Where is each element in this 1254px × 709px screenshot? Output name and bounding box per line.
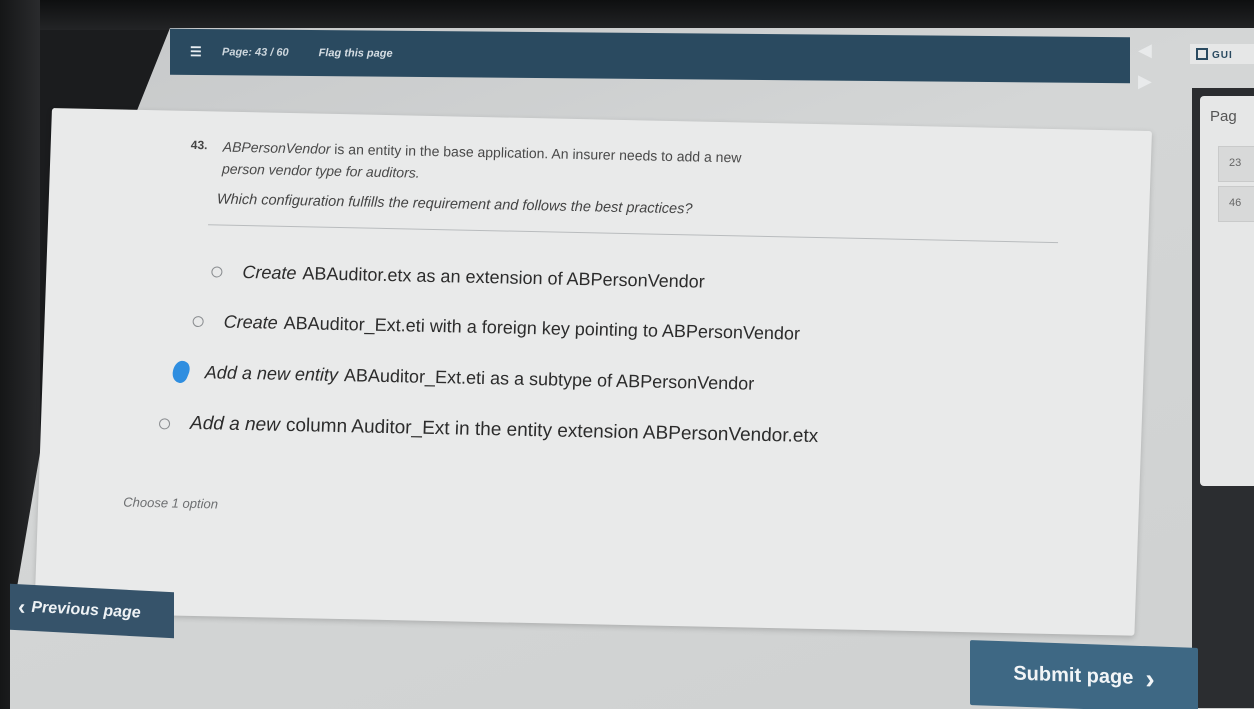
radio-button[interactable] [158, 417, 171, 429]
option-4[interactable]: Add a new column Auditor_Ext in the enti… [158, 412, 819, 448]
expand-right-icon[interactable]: ▶ [1138, 71, 1168, 92]
option-verb: Add a new entity [204, 361, 339, 385]
option-1[interactable]: Create ABAuditor.etx as an extension of … [211, 261, 705, 292]
panel-toggle: ◀ ▶ [1138, 40, 1168, 110]
option-verb: Create [223, 311, 279, 333]
option-label: ABAuditor_Ext.eti as a subtype of ABPers… [343, 364, 755, 394]
option-3[interactable]: Add a new entity ABAuditor_Ext.eti as a … [169, 358, 755, 395]
submit-page-label: Submit page [1013, 662, 1134, 689]
chevron-right-icon: › [1145, 662, 1155, 694]
option-label: ABAuditor.etx as an extension of ABPerso… [302, 263, 706, 292]
question-prompt: Which configuration fulfills the require… [216, 191, 693, 218]
question-number: 43. [190, 137, 208, 153]
previous-page-label: Previous page [31, 598, 141, 622]
brand-logo: GUI [1190, 44, 1254, 64]
option-verb: Create [242, 261, 297, 284]
radio-button[interactable] [211, 266, 223, 278]
question-entity: ABPersonVendor [222, 138, 331, 157]
question-text: ABPersonVendor is an entity in the base … [222, 136, 1044, 197]
radio-button[interactable] [192, 315, 204, 328]
side-panel-title: Pag [1210, 108, 1237, 125]
page-cell[interactable]: 23 [1218, 146, 1254, 182]
option-verb: Add a new [189, 412, 281, 436]
collapse-left-icon[interactable]: ◀ [1138, 40, 1168, 61]
option-2[interactable]: Create ABAuditor_Ext.eti with a foreign … [192, 311, 800, 345]
option-label: ABAuditor_Ext.eti with a foreign key poi… [283, 312, 801, 344]
chevron-left-icon: ‹ [18, 594, 26, 620]
divider [208, 224, 1059, 244]
submit-page-button[interactable]: Submit page › [970, 640, 1198, 709]
top-bar: ☰ Page: 43 / 60 Flag this page [170, 28, 1130, 84]
question-line2: person vendor type for auditors. [221, 160, 420, 181]
question-card: 43. ABPersonVendor is an entity in the b… [34, 108, 1153, 636]
brand-text: GUI [1212, 50, 1233, 61]
menu-icon[interactable]: ☰ [190, 44, 204, 60]
brand-mark-icon [1196, 48, 1208, 60]
choose-hint: Choose 1 option [123, 494, 219, 512]
flag-page-link[interactable]: Flag this page [319, 47, 393, 60]
page-indicator: Page: 43 / 60 [222, 46, 289, 59]
page-cell[interactable]: 46 [1218, 186, 1254, 222]
radio-button-selected[interactable] [169, 358, 193, 385]
option-label: column Auditor_Ext in the entity extensi… [285, 414, 819, 448]
device-bezel-top [0, 0, 1254, 30]
question-body: is an entity in the base application. An… [330, 140, 742, 166]
previous-page-button[interactable]: ‹ Previous page [10, 583, 174, 639]
